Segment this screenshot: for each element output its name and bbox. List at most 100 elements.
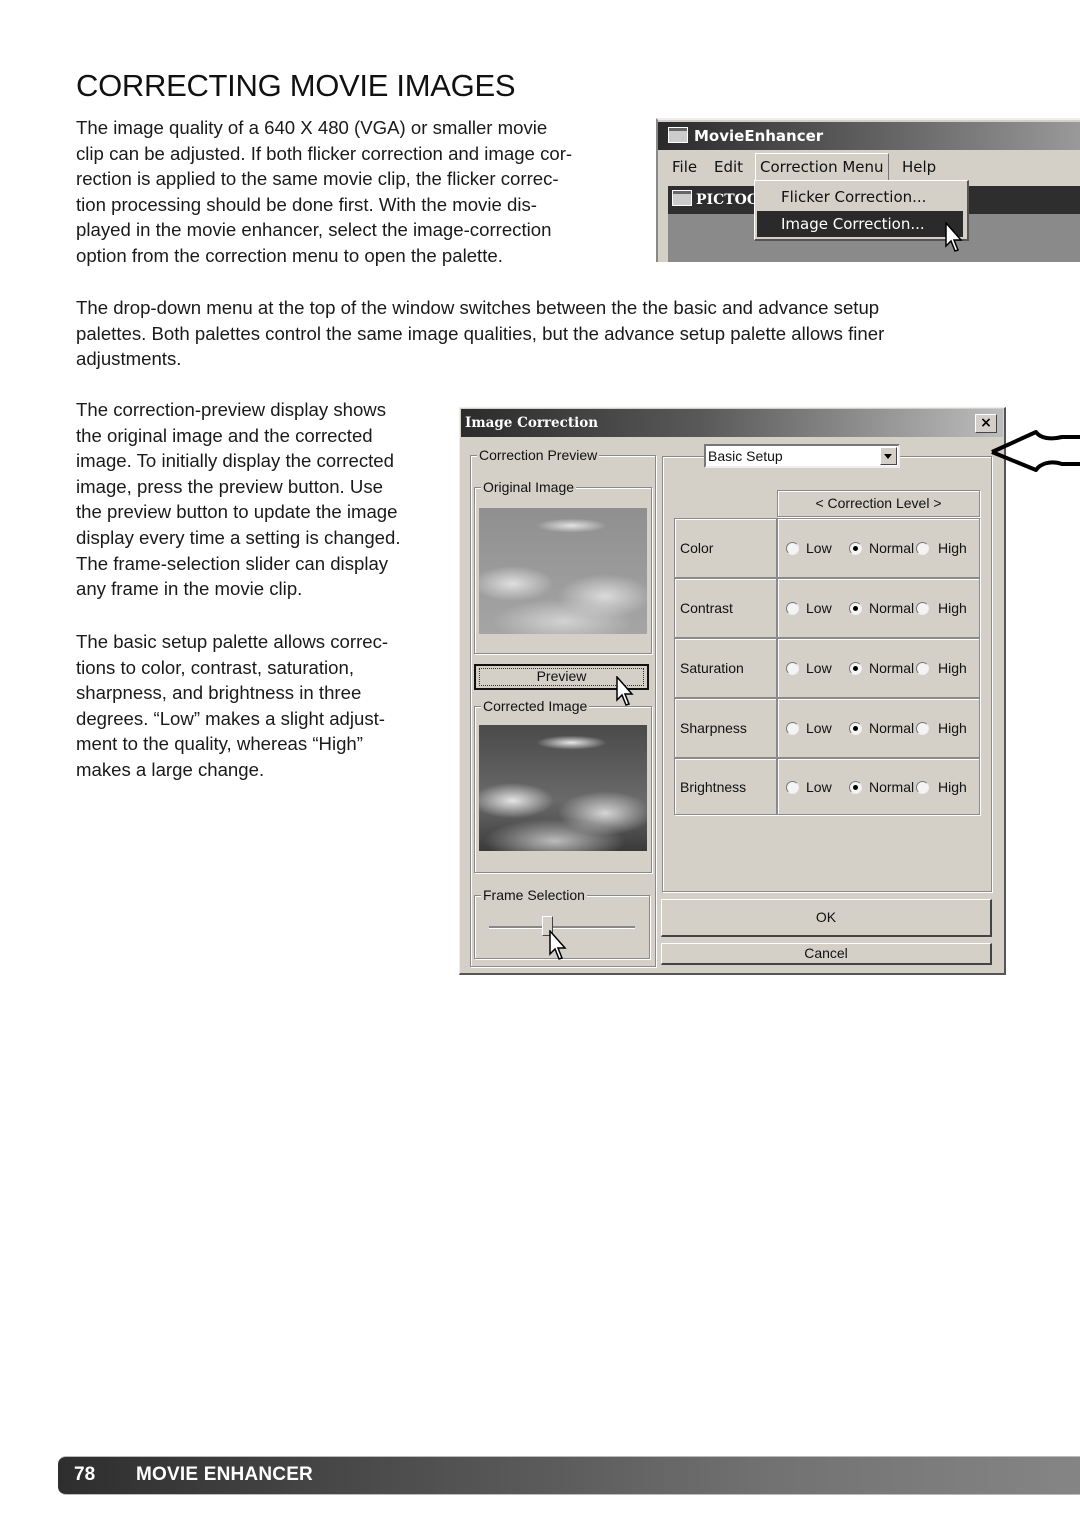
window-title: MovieEnhancer xyxy=(694,127,824,145)
radio-normal[interactable] xyxy=(849,662,862,675)
image-correction-dialog: Image Correction × Correction Preview Or… xyxy=(459,407,1006,975)
text-line: played in the movie enhancer, select the… xyxy=(76,219,552,241)
option-label-low: Low xyxy=(806,540,832,556)
row-options-cell: Low Normal High xyxy=(777,518,980,578)
radio-high[interactable] xyxy=(916,542,929,555)
ok-button-label: OK xyxy=(815,909,837,925)
radio-high[interactable] xyxy=(916,722,929,735)
radio-low[interactable] xyxy=(786,662,799,675)
menu-item-flicker-correction[interactable]: Flicker Correction... xyxy=(757,184,963,210)
correction-preview-label: Correction Preview xyxy=(477,447,600,463)
option-label-low: Low xyxy=(806,660,832,676)
text-line: The correction-preview display shows xyxy=(76,399,387,420)
text-line: The basic setup palette allows correc- xyxy=(76,631,389,652)
callout-arrow-icon xyxy=(991,430,1080,472)
correction-dropdown-menu: Flicker Correction... Image Correction..… xyxy=(754,180,969,241)
original-image-label: Original Image xyxy=(481,479,577,495)
window-icon xyxy=(672,190,692,206)
option-label-high: High xyxy=(938,720,967,736)
radio-low[interactable] xyxy=(786,602,799,615)
text-line: rection is applied to the same movie cli… xyxy=(76,168,559,190)
correction-level-label: < Correction Level > xyxy=(815,495,942,511)
window-icon xyxy=(668,127,688,143)
mouse-cursor-icon xyxy=(616,676,634,706)
text-line: option from the correction menu to open … xyxy=(76,244,503,266)
mouse-cursor-icon xyxy=(945,222,963,252)
setup-select-value: Basic Setup xyxy=(708,448,783,464)
original-image-group: Original Image xyxy=(474,479,652,654)
option-label-low: Low xyxy=(806,720,832,736)
option-label-high: High xyxy=(938,660,967,676)
row-label: Color xyxy=(680,540,714,556)
option-label-normal: Normal xyxy=(869,660,915,676)
text-line: image. To initially display the correcte… xyxy=(76,450,394,472)
text-line: ment to the quality, whereas “High” xyxy=(76,733,363,755)
movie-enhancer-window: MovieEnhancer File Edit Correction Menu … xyxy=(656,118,1080,262)
corrected-image-preview xyxy=(479,725,647,851)
option-label-low: Low xyxy=(806,600,832,616)
text-line: The image quality of a 640 X 480 (VGA) o… xyxy=(76,117,548,138)
row-label-cell: Brightness xyxy=(674,758,777,815)
option-label-high: High xyxy=(938,600,967,616)
dropdown-paragraph: The drop-down menu at the top of the win… xyxy=(76,295,884,372)
row-label: Sharpness xyxy=(680,720,747,736)
row-label: Brightness xyxy=(680,778,747,795)
setup-select[interactable]: Basic Setup xyxy=(704,444,900,468)
radio-high[interactable] xyxy=(916,602,929,615)
text-line: The frame-selection slider can display xyxy=(76,552,389,574)
radio-normal[interactable] xyxy=(849,602,862,615)
page-number: 78 xyxy=(74,1464,96,1485)
radio-low[interactable] xyxy=(786,780,799,794)
option-label-low: Low xyxy=(806,778,832,795)
option-label-normal: Normal xyxy=(869,600,915,616)
option-label-normal: Normal xyxy=(869,720,915,736)
radio-high[interactable] xyxy=(916,780,929,794)
row-label-cell: Contrast xyxy=(674,578,777,638)
dialog-title: Image Correction xyxy=(465,415,599,431)
section-title: MOVIE ENHANCER xyxy=(136,1464,313,1485)
option-label-normal: Normal xyxy=(869,540,915,556)
menu-correction[interactable]: Correction Menu xyxy=(755,153,889,181)
frame-selection-label: Frame Selection xyxy=(481,887,587,903)
cancel-button-label: Cancel xyxy=(804,945,848,961)
row-label: Saturation xyxy=(680,660,744,676)
menu-file[interactable]: File xyxy=(668,152,701,182)
radio-normal[interactable] xyxy=(849,542,862,555)
text-line: any frame in the movie clip. xyxy=(76,578,303,600)
text-line: makes a large change. xyxy=(76,758,265,780)
ok-button[interactable]: OK xyxy=(661,899,992,937)
text-line: degrees. “Low” makes a slight adjust- xyxy=(76,707,386,729)
menu-edit[interactable]: Edit xyxy=(710,152,747,182)
row-options-cell: Low Normal High xyxy=(777,758,980,815)
radio-normal[interactable] xyxy=(849,722,862,735)
movie-enhancer-titlebar: MovieEnhancer xyxy=(658,122,1080,150)
preview-paragraph: The correction-preview display shows the… xyxy=(76,397,401,602)
radio-normal[interactable] xyxy=(849,780,862,794)
menu-item-image-correction[interactable]: Image Correction... xyxy=(757,211,963,237)
page-footer: 78 MOVIE ENHANCER xyxy=(58,1456,1080,1495)
radio-high[interactable] xyxy=(916,662,929,675)
chevron-down-icon[interactable] xyxy=(880,447,897,465)
radio-low[interactable] xyxy=(786,542,799,555)
corrected-image-group: Corrected Image xyxy=(474,698,652,873)
original-image-preview xyxy=(479,508,647,634)
row-label-cell: Saturation xyxy=(674,638,777,698)
cancel-button[interactable]: Cancel xyxy=(661,943,992,965)
text-line: sharpness, and brightness in three xyxy=(76,682,362,704)
basic-setup-paragraph: The basic setup palette allows correc- t… xyxy=(76,629,388,783)
text-line: adjustments. xyxy=(76,348,182,370)
mouse-cursor-icon xyxy=(549,930,567,960)
radio-low[interactable] xyxy=(786,722,799,735)
frame-slider-track[interactable] xyxy=(489,926,635,929)
text-line: The drop-down menu at the top of the win… xyxy=(76,297,880,318)
text-line: clip can be adjusted. If both flicker co… xyxy=(76,142,573,164)
text-line: tion processing should be done first. Wi… xyxy=(76,193,537,215)
row-options-cell: Low Normal High xyxy=(777,698,980,758)
text-line: image, press the preview button. Use xyxy=(76,475,383,497)
row-label-cell: Sharpness xyxy=(674,698,777,758)
row-label-cell: Color xyxy=(674,518,777,578)
subwindow-title: PICTOO xyxy=(696,192,760,208)
menu-help[interactable]: Help xyxy=(898,152,940,182)
page-title: CORRECTING MOVIE IMAGES xyxy=(76,68,516,103)
corrected-image-label: Corrected Image xyxy=(481,698,590,714)
